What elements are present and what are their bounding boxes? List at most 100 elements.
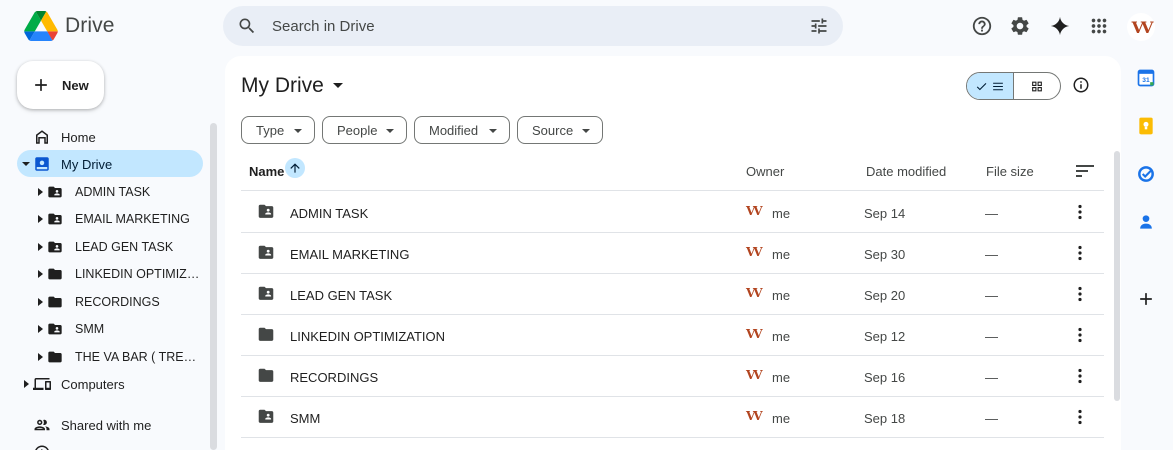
table-header: Name Owner Date modified File size bbox=[241, 152, 1104, 191]
filter-label: Source bbox=[532, 123, 574, 138]
caret-right-icon[interactable] bbox=[37, 243, 44, 251]
sidebar-folder-item[interactable]: RECORDINGS bbox=[17, 288, 203, 315]
file-name[interactable]: SMM bbox=[290, 411, 320, 426]
owner: me bbox=[772, 206, 791, 221]
sort-options-icon[interactable] bbox=[1076, 164, 1094, 178]
new-button-label: New bbox=[62, 78, 89, 93]
file-name[interactable]: EMAIL MARKETING bbox=[290, 247, 409, 262]
table-row[interactable]: SMM VV me Sep 18 — bbox=[241, 397, 1104, 438]
filter-type-button[interactable]: Type bbox=[241, 116, 315, 144]
date-modified: Sep 14 bbox=[864, 206, 906, 221]
sidebar-folder-label: RECORDINGS bbox=[75, 295, 160, 309]
table-row[interactable]: LINKEDIN OPTIMIZATION VV me Sep 12 — bbox=[241, 315, 1104, 356]
owner: me bbox=[772, 288, 791, 303]
shared-folder-icon bbox=[48, 186, 62, 198]
caret-right-icon[interactable] bbox=[37, 215, 44, 223]
table-row[interactable]: LEAD GEN TASK VV me Sep 20 — bbox=[241, 274, 1104, 315]
more-vert-icon[interactable] bbox=[1075, 286, 1085, 302]
search-icon[interactable] bbox=[237, 16, 257, 36]
sort-ascending-button[interactable] bbox=[285, 158, 305, 178]
more-vert-icon[interactable] bbox=[1075, 409, 1085, 425]
owner-avatar: VV bbox=[746, 245, 763, 259]
sidebar-item-home[interactable]: Home bbox=[17, 123, 203, 150]
more-vert-icon[interactable] bbox=[1075, 327, 1085, 343]
search-input[interactable]: Search in Drive bbox=[272, 18, 375, 35]
chevron-down-icon bbox=[332, 83, 343, 88]
contacts-icon[interactable] bbox=[1136, 212, 1156, 232]
file-name[interactable]: RECORDINGS bbox=[290, 370, 378, 385]
sidebar-scrollbar[interactable] bbox=[210, 123, 217, 450]
caret-right-icon[interactable] bbox=[22, 380, 30, 388]
table-row[interactable]: EMAIL MARKETING VV me Sep 30 — bbox=[241, 233, 1104, 274]
page-title[interactable]: My Drive bbox=[241, 74, 343, 98]
tune-icon[interactable] bbox=[809, 16, 829, 36]
sidebar-item-my-drive[interactable]: My Drive bbox=[17, 150, 203, 177]
drive-logo[interactable]: Drive bbox=[24, 11, 115, 41]
file-size: — bbox=[985, 288, 998, 303]
owner-avatar: VV bbox=[746, 286, 763, 300]
column-name-header[interactable]: Name bbox=[249, 164, 284, 179]
shared-folder-icon bbox=[48, 213, 62, 225]
caret-right-icon[interactable] bbox=[37, 270, 44, 278]
column-file-size-header[interactable]: File size bbox=[986, 164, 1034, 179]
keep-icon[interactable] bbox=[1136, 116, 1156, 136]
calendar-icon[interactable]: 31 bbox=[1136, 68, 1156, 88]
list-view-button[interactable] bbox=[967, 73, 1014, 99]
avatar[interactable]: VV bbox=[1127, 13, 1155, 41]
more-vert-icon[interactable] bbox=[1075, 245, 1085, 261]
file-name[interactable]: LEAD GEN TASK bbox=[290, 288, 392, 303]
add-addon-icon[interactable] bbox=[1136, 289, 1156, 309]
sidebar-folder-item[interactable]: EMAIL MARKETING bbox=[17, 205, 203, 232]
file-name[interactable]: ADMIN TASK bbox=[290, 206, 368, 221]
owner: me bbox=[772, 411, 791, 426]
drive-logo-icon bbox=[24, 11, 58, 41]
settings-icon[interactable] bbox=[1009, 15, 1031, 37]
filter-modified-button[interactable]: Modified bbox=[414, 116, 510, 144]
view-toggle bbox=[966, 72, 1061, 100]
sidebar-folder-item[interactable]: THE VA BAR ( TRELLO BOARD ) bbox=[17, 343, 203, 370]
shared-folder-icon bbox=[258, 409, 274, 423]
sidebar-item-label: Home bbox=[61, 130, 96, 145]
my-drive-icon bbox=[35, 157, 49, 171]
more-vert-icon[interactable] bbox=[1075, 368, 1085, 384]
caret-right-icon[interactable] bbox=[37, 325, 44, 333]
sidebar-folder-item[interactable]: SMM bbox=[17, 315, 203, 342]
column-date-modified-header[interactable]: Date modified bbox=[866, 164, 946, 179]
caret-right-icon[interactable] bbox=[37, 188, 44, 196]
table-row[interactable]: RECORDINGS VV me Sep 16 — bbox=[241, 356, 1104, 397]
new-button[interactable]: New bbox=[17, 61, 104, 109]
info-icon[interactable] bbox=[1072, 76, 1090, 94]
table-row[interactable]: ADMIN TASK VV me Sep 14 — bbox=[241, 192, 1104, 233]
caret-down-icon[interactable] bbox=[22, 160, 30, 168]
sidebar-item-shared-with-me[interactable]: Shared with me bbox=[17, 411, 203, 438]
gemini-icon[interactable] bbox=[1049, 15, 1071, 37]
sidebar-folder-item[interactable]: LINKEDIN OPTIMIZATION bbox=[17, 260, 203, 287]
file-name[interactable]: LINKEDIN OPTIMIZATION bbox=[290, 329, 445, 344]
recent-icon bbox=[35, 445, 49, 450]
sidebar-folder-label: LINKEDIN OPTIMIZATION bbox=[75, 267, 203, 281]
owner-avatar: VV bbox=[746, 368, 763, 382]
caret-right-icon[interactable] bbox=[37, 298, 44, 306]
sidebar-item-recent-partial[interactable] bbox=[17, 439, 203, 450]
check-icon bbox=[976, 83, 987, 91]
tasks-icon[interactable] bbox=[1136, 164, 1156, 184]
sidebar-folder-label: EMAIL MARKETING bbox=[75, 212, 190, 226]
filter-label: Modified bbox=[429, 123, 479, 138]
owner: me bbox=[772, 329, 791, 344]
caret-right-icon[interactable] bbox=[37, 353, 44, 361]
help-icon[interactable] bbox=[971, 15, 993, 37]
filter-people-button[interactable]: People bbox=[322, 116, 407, 144]
apps-icon[interactable] bbox=[1088, 15, 1110, 37]
filter-label: People bbox=[337, 123, 378, 138]
filter-label: Type bbox=[256, 123, 285, 138]
search-bar[interactable]: Search in Drive bbox=[223, 6, 843, 46]
sidebar-folder-item[interactable]: ADMIN TASK bbox=[17, 178, 203, 205]
grid-view-button[interactable] bbox=[1014, 73, 1060, 99]
main-scrollbar[interactable] bbox=[1114, 151, 1120, 401]
sidebar-item-computers[interactable]: Computers bbox=[17, 370, 203, 397]
more-vert-icon[interactable] bbox=[1075, 204, 1085, 220]
filter-source-button[interactable]: Source bbox=[517, 116, 603, 144]
folder-icon bbox=[258, 368, 274, 382]
date-modified: Sep 30 bbox=[864, 247, 906, 262]
sidebar-folder-item[interactable]: LEAD GEN TASK bbox=[17, 233, 203, 260]
